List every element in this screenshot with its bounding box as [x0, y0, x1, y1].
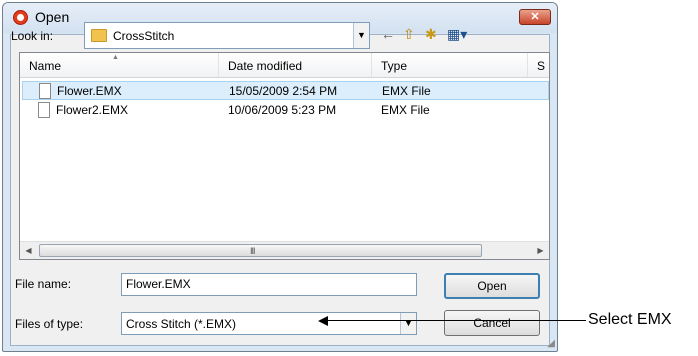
scrollbar-grip: III: [250, 246, 255, 256]
file-row[interactable]: Flower2.EMX 10/06/2009 5:23 PM EMX File: [22, 101, 549, 120]
scroll-right-icon[interactable]: ▶: [532, 242, 549, 259]
file-type: EMX File: [381, 103, 430, 117]
folder-icon: [91, 29, 107, 42]
annotation-label: Select EMX: [586, 311, 672, 329]
scroll-left-icon[interactable]: ◀: [20, 242, 37, 259]
close-button[interactable]: ✕: [519, 9, 551, 25]
look-in-value: CrossStitch: [113, 29, 175, 43]
cancel-button[interactable]: Cancel: [444, 310, 540, 336]
view-menu-icon[interactable]: ▦▾: [447, 26, 467, 43]
file-name: Flower2.EMX: [56, 103, 129, 117]
file-type-value: Cross Stitch (*.EMX): [126, 317, 237, 331]
file-list[interactable]: Name ▲ Date modified Type S Flower.EMX 1…: [19, 52, 550, 260]
file-name-input[interactable]: Flower.EMX: [121, 273, 417, 296]
file-type-combo[interactable]: Cross Stitch (*.EMX) ▼: [121, 312, 417, 335]
open-dialog: Open ✕ Look in: CrossStitch ▼ ← ⇧ ✱ ▦▾ N…: [2, 2, 558, 352]
file-type-dropdown-button[interactable]: ▼: [400, 313, 416, 334]
new-folder-icon[interactable]: ✱: [425, 26, 437, 43]
back-icon[interactable]: ←: [381, 26, 395, 42]
up-folder-icon[interactable]: ⇧: [403, 26, 415, 43]
sort-ascending-icon: ▲: [112, 54, 119, 61]
list-header: Name ▲ Date modified Type S: [20, 53, 549, 78]
annotation-arrowhead: [318, 316, 328, 326]
dialog-title: Open: [35, 9, 70, 25]
app-icon: [13, 10, 28, 25]
resize-grip-icon[interactable]: ◢: [547, 338, 555, 349]
look-in-label: Look in:: [11, 29, 54, 43]
horizontal-scrollbar[interactable]: ◀ III ▶: [20, 241, 549, 259]
file-row[interactable]: Flower.EMX 15/05/2009 2:54 PM EMX File: [22, 81, 549, 100]
file-name-label: File name:: [15, 277, 72, 291]
look-in-combo[interactable]: CrossStitch ▼: [84, 22, 370, 49]
file-icon: [38, 102, 50, 118]
column-header-name[interactable]: Name: [20, 53, 219, 77]
file-type: EMX File: [382, 84, 431, 98]
file-date: 10/06/2009 5:23 PM: [228, 103, 337, 117]
file-name: Flower.EMX: [57, 84, 122, 98]
file-type-label: Files of type:: [15, 317, 84, 331]
file-icon: [39, 83, 51, 99]
scrollbar-thumb[interactable]: III: [39, 244, 482, 257]
file-date: 15/05/2009 2:54 PM: [229, 84, 338, 98]
open-button[interactable]: Open: [444, 273, 540, 299]
column-header-date[interactable]: Date modified: [219, 53, 372, 77]
column-header-type[interactable]: Type: [372, 53, 528, 77]
column-header-size[interactable]: S: [528, 53, 549, 77]
look-in-dropdown-button[interactable]: ▼: [353, 23, 369, 48]
